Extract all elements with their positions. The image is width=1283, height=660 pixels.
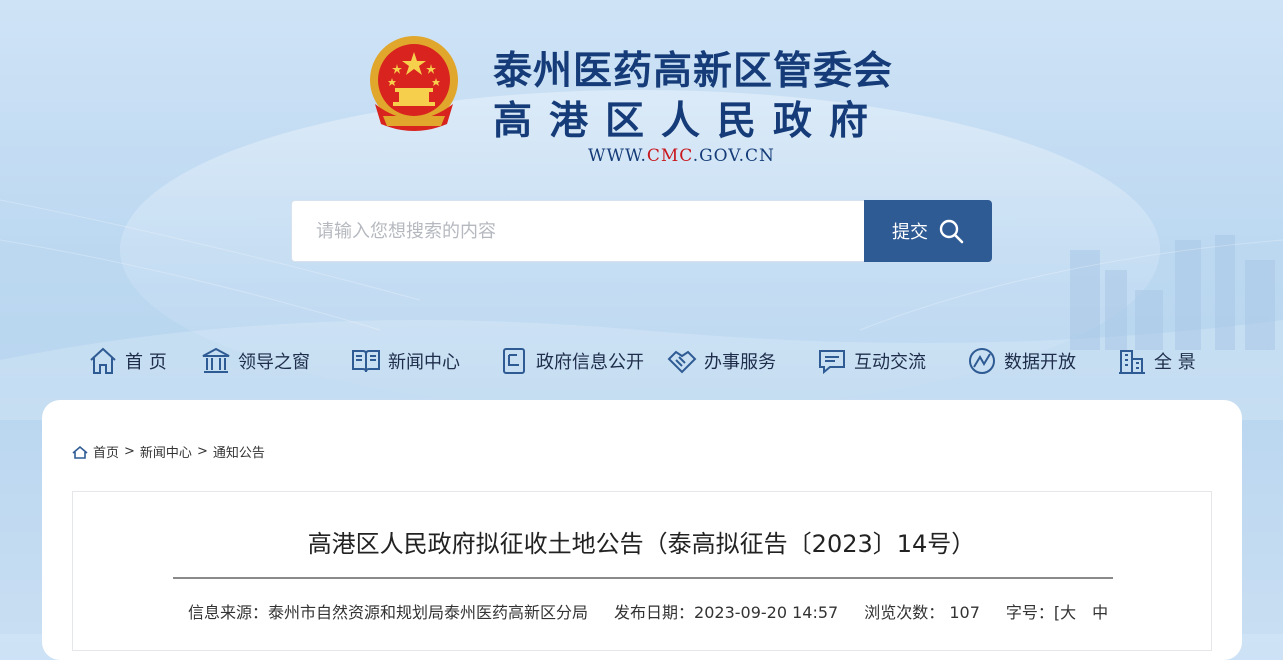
home-icon [72, 445, 88, 459]
search-submit-button[interactable]: 提交 [864, 200, 992, 262]
nav-item-panorama[interactable]: 全 景 [1116, 336, 1196, 386]
meta-views-value: 107 [949, 603, 980, 622]
nav-item-label: 数据开放 [1004, 352, 1076, 373]
home-icon [90, 347, 116, 374]
breadcrumb-separator: > [124, 444, 135, 459]
site-title-line2: 高港区人民政府 [493, 99, 886, 144]
search-icon [939, 219, 964, 244]
nav-item-services[interactable]: 办事服务 [666, 336, 776, 386]
breadcrumb-notices[interactable]: 通知公告 [213, 442, 265, 461]
nav-item-label: 互动交流 [854, 352, 926, 373]
city-building-icon [1119, 350, 1145, 374]
nav-item-label: 全 景 [1154, 352, 1196, 373]
article-container [72, 491, 1212, 651]
nav-item-label: 办事服务 [704, 352, 776, 373]
meta-date: 发布日期：2023-09-20 14:57 [614, 599, 838, 623]
title-divider [173, 577, 1113, 579]
site-url-domain: CMC [646, 146, 693, 166]
data-globe-icon [969, 348, 995, 374]
search-input[interactable] [291, 200, 864, 262]
meta-fontsize-label: 字号： [1005, 603, 1054, 622]
meta-views: 浏览次数： 107 [864, 599, 980, 623]
breadcrumb-news[interactable]: 新闻中心 [140, 442, 192, 461]
meta-date-label: 发布日期： [614, 603, 695, 622]
nav-item-gov-info[interactable]: 政府信息公开 [498, 336, 644, 386]
meta-source-label: 信息来源： [188, 603, 269, 622]
national-emblem-icon [370, 36, 458, 131]
site-url[interactable]: WWW.CMC.GOV.CN [588, 146, 775, 166]
site-title-line1: 泰州医药高新区管委会 [493, 49, 894, 94]
nav-item-news[interactable]: 新闻中心 [350, 336, 460, 386]
chat-icon [819, 350, 845, 375]
article-meta: 信息来源：泰州市自然资源和规划局泰州医药高新区分局 发布日期：2023-09-2… [188, 599, 1108, 623]
meta-font-size: 字号：[大 中 [1006, 599, 1108, 623]
nav-item-label: 首 页 [125, 352, 167, 373]
nav-item-leaders[interactable]: 领导之窗 [200, 336, 310, 386]
open-book-icon [352, 350, 380, 373]
meta-source: 信息来源：泰州市自然资源和规划局泰州医药高新区分局 [188, 599, 588, 623]
nav-item-label: 领导之窗 [238, 352, 310, 373]
site-url-prefix: WWW. [588, 146, 647, 166]
site-url-suffix: .GOV.CN [692, 146, 775, 166]
nav-item-interaction[interactable]: 互动交流 [816, 336, 926, 386]
breadcrumb-separator: > [196, 444, 208, 459]
nav-item-label: 政府信息公开 [536, 352, 644, 373]
breadcrumb-home[interactable]: 首页 [93, 442, 119, 461]
main-nav: 首 页 领导之窗 新闻中心 政府信息公开 办事服务 互动交流 数据开放 全 景 [0, 336, 1283, 386]
meta-views-label: 浏览次数： [864, 603, 945, 622]
nav-item-open-data[interactable]: 数据开放 [966, 336, 1076, 386]
meta-date-value: 2023-09-20 14:57 [694, 603, 839, 622]
meta-source-value: 泰州市自然资源和规划局泰州医药高新区分局 [268, 603, 589, 622]
nav-item-label: 新闻中心 [388, 352, 460, 373]
article-title: 高港区人民政府拟征收土地公告（泰高拟征告〔2023〕14号） [307, 530, 976, 558]
breadcrumb: 首页 > 新闻中心 > 通知公告 [72, 442, 265, 461]
font-size-selector[interactable]: [大 中 [1054, 603, 1108, 622]
nav-item-home[interactable]: 首 页 [87, 336, 167, 386]
building-columns-icon [202, 347, 230, 373]
search-button-label: 提交 [892, 222, 928, 243]
handshake-icon [667, 350, 697, 374]
document-icon [503, 348, 525, 374]
